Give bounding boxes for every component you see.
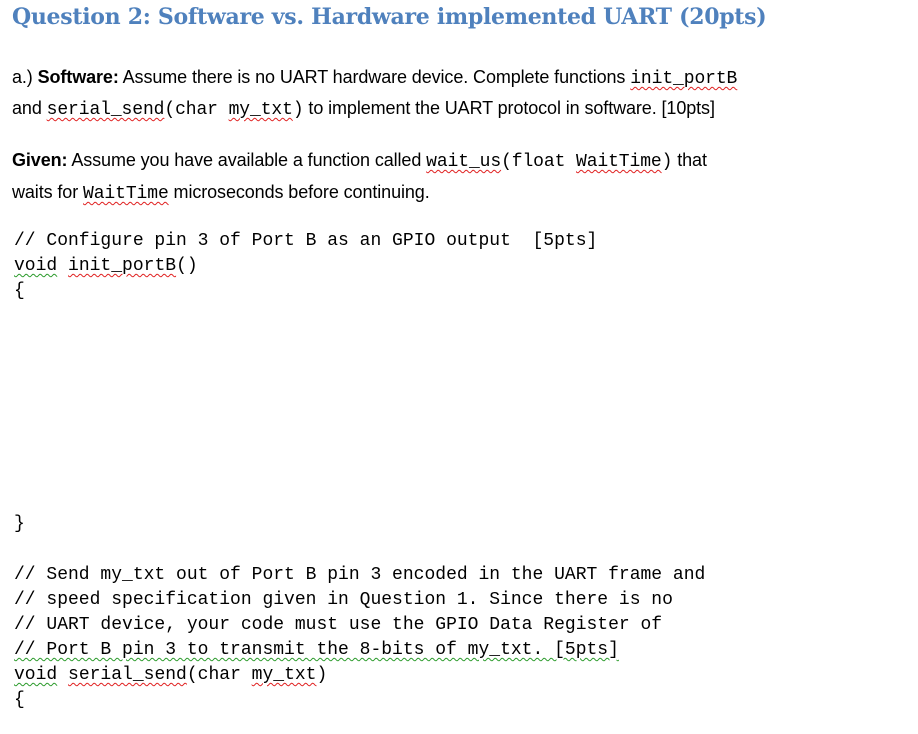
given-line2-start: waits for (12, 182, 84, 202)
code-comment-line-1: // Send my_txt out of Port B pin 3 encod… (14, 565, 706, 585)
part-a-and: and (12, 98, 47, 118)
part-a-line-2: and serial_send(char my_txt) to implemen… (12, 93, 715, 125)
serial-send-arg: my_txt (251, 665, 317, 685)
part-a-line-1: a.) Software: Assume there is no UART ha… (12, 62, 737, 94)
fn-wait-us-args: (float (501, 152, 576, 172)
code-comment-line-4: // Port B pin 3 to transmit the 8-bits o… (14, 640, 619, 660)
code-comment-line-3: // UART device, your code must use the G… (14, 615, 663, 635)
code-serial-send-signature: void serial_send(char my_txt) (14, 663, 327, 688)
part-a-text: Assume there is no UART hardware device.… (118, 67, 631, 87)
given-line-2: waits for WaitTime microseconds before c… (12, 177, 430, 209)
part-a-prefix: a.) (12, 67, 38, 87)
fn-serial-send: serial_send (46, 100, 165, 120)
fn-arg-my-txt: my_txt (228, 100, 293, 120)
init-portb-name: init_portB (68, 256, 177, 276)
given-line2-end: microseconds before continuing. (168, 182, 430, 202)
serial-send-name: serial_send (68, 665, 187, 685)
fn-wait-us: wait_us (426, 152, 502, 172)
code-comment-line-2: // speed specification given in Question… (14, 590, 673, 610)
part-a-label: Software: (37, 67, 119, 87)
part-a-text-2: to implement the UART protocol in softwa… (303, 98, 715, 118)
serial-send-close: ) (316, 665, 328, 685)
code-open-brace-1: { (14, 281, 25, 301)
fn-wait-close: ) (661, 152, 673, 172)
init-portb-parens: () (176, 256, 198, 276)
code-comment-configure: // Configure pin 3 of Port B as an GPIO … (14, 231, 598, 251)
code-open-brace-2: { (14, 690, 25, 710)
keyword-void: void (14, 256, 58, 276)
question-title: Question 2: Software vs. Hardware implem… (12, 4, 767, 30)
fn-close-paren: ) (292, 100, 304, 120)
given-text-2: that (672, 150, 707, 170)
serial-send-args: (char (186, 665, 252, 685)
fn-init-portb: init_portB (630, 69, 738, 89)
fn-serial-send-args: (char (164, 100, 229, 120)
given-line-1: Given: Assume you have available a funct… (12, 145, 707, 177)
keyword-void-2: void (14, 665, 58, 685)
code-init-portb-signature: void init_portB() (14, 254, 198, 279)
code-close-brace-1: } (14, 514, 25, 534)
fn-arg-waittime: WaitTime (576, 152, 662, 172)
waittime-ref: WaitTime (83, 184, 169, 204)
given-text: Assume you have available a function cal… (67, 150, 427, 170)
given-label: Given: (12, 150, 68, 170)
